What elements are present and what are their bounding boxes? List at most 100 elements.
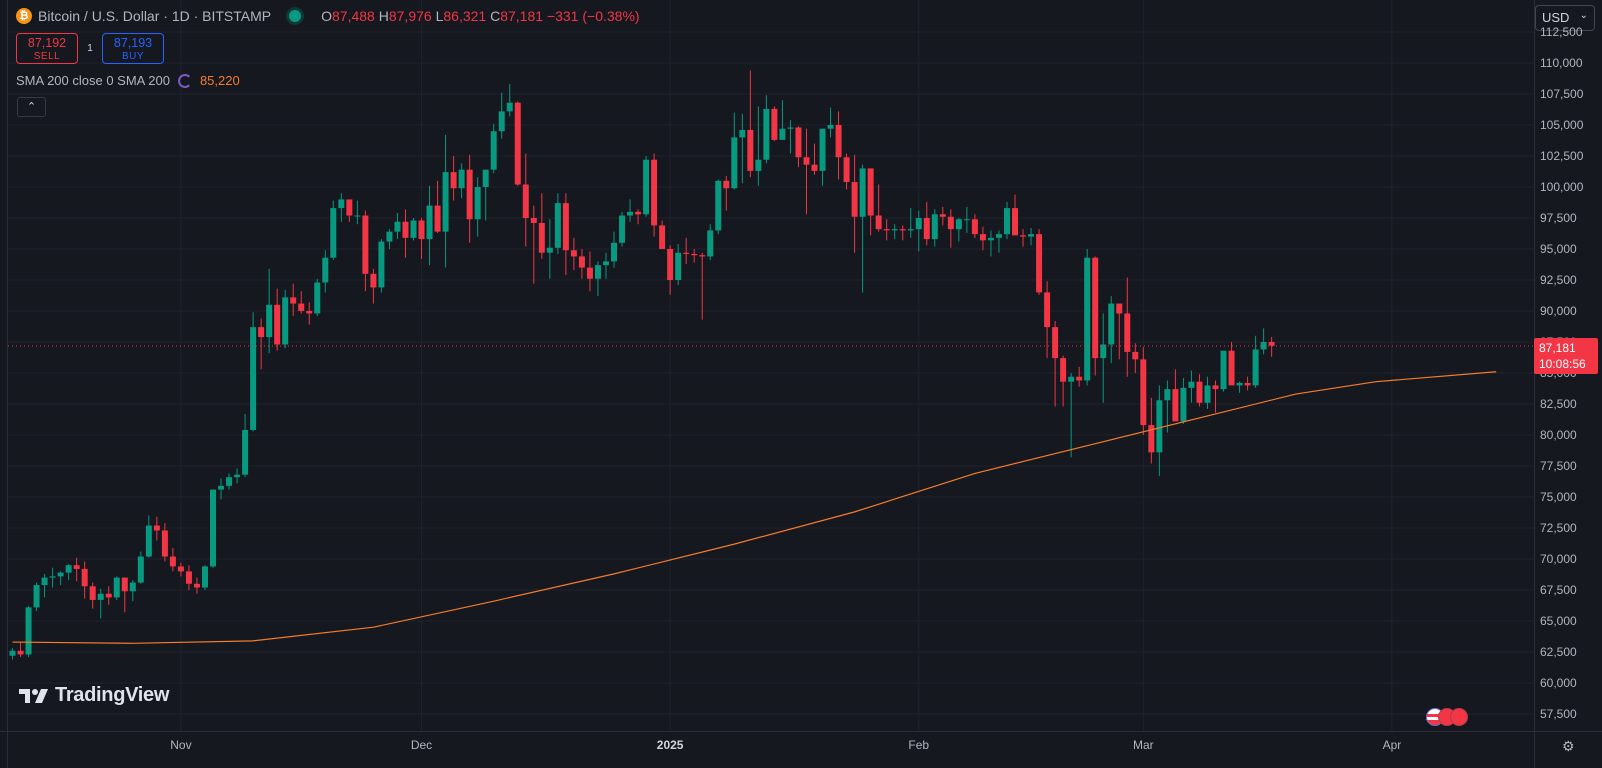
candle-body xyxy=(1220,350,1227,390)
candle-body xyxy=(1036,234,1043,293)
tradingview-logo-icon xyxy=(19,688,48,703)
candle-body xyxy=(482,169,489,187)
candle-body xyxy=(1020,235,1027,237)
candle-body xyxy=(530,218,537,223)
spread-value: 1 xyxy=(87,43,93,54)
candle-body xyxy=(210,489,216,567)
candle-body xyxy=(474,187,481,220)
last-price-label: 87,181 10:08:56 xyxy=(1534,338,1598,374)
sell-price: 87,192 xyxy=(27,36,67,50)
buy-label: BUY xyxy=(121,51,145,62)
candle-body xyxy=(97,593,104,600)
candle-body xyxy=(1164,389,1171,401)
candle-body xyxy=(635,211,642,215)
symbol-title[interactable]: Bitcoin / U.S. Dollar · 1D · BITSTAMP xyxy=(38,8,271,24)
symbol-legend: ₿ Bitcoin / U.S. Dollar · 1D · BITSTAMP … xyxy=(16,8,640,24)
candle-body xyxy=(330,208,337,258)
price-tick-label: 82,500 xyxy=(1540,397,1577,411)
candle-body xyxy=(41,577,48,586)
candle-body xyxy=(594,265,601,279)
candle-body xyxy=(763,108,770,160)
candle-body xyxy=(739,129,746,138)
candle-body xyxy=(1140,359,1147,426)
sma-200-line xyxy=(12,371,1497,644)
low-value: 86,321 xyxy=(443,8,487,24)
candle-body xyxy=(939,214,946,217)
buy-button[interactable]: 87,193 BUY xyxy=(102,33,164,64)
tradingview-wordmark: TradingView xyxy=(55,684,170,706)
candle-body xyxy=(322,257,329,283)
candle-body xyxy=(731,137,738,189)
candle-body xyxy=(258,327,265,338)
candle-body xyxy=(1092,257,1099,359)
collapse-legend-button[interactable]: ⌃ xyxy=(17,97,46,117)
candle-body xyxy=(755,159,762,171)
candle-body xyxy=(1124,313,1131,352)
candle-body xyxy=(1044,292,1051,328)
candle-body xyxy=(1012,208,1018,236)
candle-body xyxy=(995,234,1002,238)
time-tick-label: Nov xyxy=(170,738,192,752)
candle-body xyxy=(394,221,401,232)
candle-body xyxy=(218,485,225,490)
candle-body xyxy=(570,250,577,257)
tradingview-logo[interactable]: TradingView xyxy=(19,684,169,707)
candle-body xyxy=(723,180,730,189)
candle-body xyxy=(1260,342,1267,350)
sell-label: SELL xyxy=(33,51,61,62)
candle-body xyxy=(947,216,954,230)
price-tick-label: 65,000 xyxy=(1540,614,1577,628)
candle-body xyxy=(1236,382,1243,386)
candle-body xyxy=(161,530,168,557)
candle-body xyxy=(699,255,706,257)
candle-body xyxy=(619,215,626,243)
candle-body xyxy=(57,572,64,577)
buy-price: 87,193 xyxy=(113,36,153,50)
candle-body xyxy=(843,157,850,183)
event-flag-icon xyxy=(1450,708,1468,726)
price-tick-label: 97,500 xyxy=(1540,211,1577,225)
candle-body xyxy=(242,430,249,475)
candle-body xyxy=(33,585,40,608)
last-price-value: 87,181 xyxy=(1539,341,1576,355)
candle-body xyxy=(378,241,385,288)
candle-body xyxy=(177,566,184,572)
candle-body xyxy=(787,127,794,129)
time-tick-label: 2025 xyxy=(656,738,684,752)
candle-body xyxy=(827,125,834,129)
candle-body xyxy=(1156,400,1163,453)
chart-canvas[interactable] xyxy=(0,0,1602,768)
candle-body xyxy=(1196,381,1203,403)
candle-body xyxy=(490,131,497,170)
price-axis-border xyxy=(1534,0,1535,768)
candle-body xyxy=(89,586,96,600)
candle-body xyxy=(498,111,505,132)
candle-body xyxy=(362,215,369,274)
candle-body xyxy=(707,230,714,257)
chevron-down-icon: ⌄ xyxy=(1579,10,1588,21)
price-tick-label: 75,000 xyxy=(1540,490,1577,504)
candle-body xyxy=(290,297,297,304)
bar-countdown: 10:08:56 xyxy=(1539,357,1586,371)
gear-icon[interactable]: ⚙ xyxy=(1562,738,1575,755)
candle-body xyxy=(153,525,160,531)
candle-body xyxy=(611,242,617,262)
economic-events-markers[interactable] xyxy=(1426,708,1468,726)
candle-body xyxy=(354,215,361,217)
candle-body xyxy=(819,128,826,171)
sma-indicator-legend[interactable]: SMA 200 close 0 SMA 200 85,220 xyxy=(16,73,240,88)
price-tick-label: 110,000 xyxy=(1540,56,1583,70)
change-value: −331 (−0.38%) xyxy=(546,8,640,24)
open-value: 87,488 xyxy=(332,8,375,24)
candle-body xyxy=(546,247,553,253)
candle-body xyxy=(1084,257,1091,381)
time-tick-label: Dec xyxy=(410,738,433,752)
candle-body xyxy=(25,607,32,655)
candle-body xyxy=(338,199,345,209)
price-tick-label: 62,500 xyxy=(1540,645,1577,659)
time-tick-label: Apr xyxy=(1382,738,1402,752)
candle-body xyxy=(386,231,393,242)
sell-button[interactable]: 87,192 SELL xyxy=(16,33,78,64)
price-tick-label: 77,500 xyxy=(1540,459,1577,473)
candle-body xyxy=(987,237,994,241)
